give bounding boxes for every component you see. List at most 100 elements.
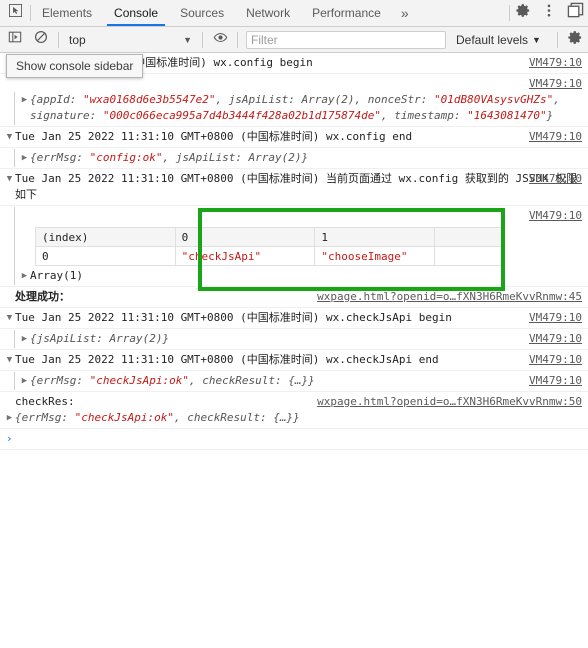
clear-console-button[interactable]	[28, 27, 54, 52]
console-message[interactable]: checkRes: wxpage.html?openid=o…fXN3H6Rme…	[0, 392, 588, 429]
source-link[interactable]: VM479:10	[529, 331, 582, 347]
expand-toggle[interactable]	[4, 310, 15, 326]
console-object-preview[interactable]: {jsApiList: Array(2)}	[30, 331, 521, 347]
console-object-preview[interactable]: {errMsg: "checkJsApi:ok", checkResult: {…	[30, 373, 521, 389]
expand-object-toggle[interactable]	[19, 150, 30, 166]
expand-toggle[interactable]	[4, 171, 15, 187]
execution-context-label: top	[69, 32, 86, 47]
table-header-cell	[434, 227, 503, 247]
table-cell-index: 0	[35, 246, 176, 266]
tab-sources-label: Sources	[180, 6, 225, 20]
console-message-text: Tue Jan 25 2022 11:31:10 GMT+0800 (中国标准时…	[15, 311, 452, 324]
log-levels-selector[interactable]: Default levels ▼	[450, 33, 547, 47]
source-link[interactable]: VM479:10	[529, 55, 582, 71]
expand-toggle[interactable]	[4, 129, 15, 145]
toolbar-divider-2	[202, 31, 203, 48]
console-message[interactable]: VM479:10 {appId: "wxa0168d6e3b5547e2", j…	[0, 74, 588, 127]
source-link[interactable]: wxpage.html?openid=o…fXN3H6RmeKvvRnmw:50	[317, 394, 582, 410]
settings-button[interactable]	[510, 0, 536, 27]
console-message[interactable]: 处理成功： wxpage.html?openid=o…fXN3H6RmeKvvR…	[0, 287, 588, 308]
console-message-text: Tue Jan 25 2022 11:31:10 GMT+0800 (中国标准时…	[15, 172, 578, 201]
table-row[interactable]: 0 "checkJsApi" "chooseImage"	[35, 246, 503, 266]
tab-console-label: Console	[114, 6, 159, 20]
tab-console[interactable]: Console	[103, 0, 169, 26]
tab-performance-label: Performance	[312, 6, 381, 20]
tooltip: Show console sidebar	[6, 54, 144, 78]
expand-object-toggle[interactable]	[19, 331, 30, 347]
execution-context-selector[interactable]: top ▼	[63, 33, 198, 47]
console-message[interactable]: Tue Jan 25 2022 11:31:10 GMT+0800 (中国标准时…	[0, 169, 588, 206]
console-object-group: {errMsg: "checkJsApi:ok", checkResult: {…	[14, 372, 588, 390]
console-message[interactable]: Tue Jan 25 2022 11:31:10 GMT+0800 (中国标准时…	[0, 127, 588, 148]
console-table-head: (index) 0 1	[35, 227, 503, 247]
tab-network[interactable]: Network	[235, 0, 301, 26]
toolbar-divider-4	[557, 31, 558, 48]
console-object-group: {errMsg: "config:ok", jsApiList: Array(2…	[14, 149, 588, 167]
console-message[interactable]: VM479:10 (index) 0 1 0 "checkJsApi" "cho…	[0, 206, 588, 287]
source-link[interactable]: VM479:10	[529, 310, 582, 326]
console-message[interactable]: {errMsg: "checkJsApi:ok", checkResult: {…	[0, 371, 588, 392]
console-message[interactable]: Tue Jan 25 2022 11:31:10 GMT+0800 (中国标准时…	[0, 350, 588, 371]
expand-object-toggle[interactable]	[19, 92, 30, 108]
console-array-preview[interactable]: Array(1)	[30, 268, 582, 284]
console-table-wrapper: (index) 0 1 0 "checkJsApi" "chooseImage"	[35, 227, 588, 266]
expand-object-toggle[interactable]	[19, 373, 30, 389]
console-message[interactable]: {jsApiList: Array(2)} VM479:10	[0, 329, 588, 350]
console-object-preview[interactable]: {appId: "wxa0168d6e3b5547e2", jsApiList:…	[30, 92, 582, 124]
expand-toggle[interactable]	[4, 352, 15, 368]
console-settings-button[interactable]	[562, 27, 588, 52]
inspect-cursor-icon	[8, 3, 22, 22]
source-link[interactable]: VM479:10	[529, 208, 582, 224]
console-message[interactable]: {errMsg: "config:ok", jsApiList: Array(2…	[0, 148, 588, 169]
expand-array-toggle[interactable]	[19, 268, 30, 284]
tab-performance[interactable]: Performance	[301, 0, 392, 26]
console-settings-gear-icon	[567, 30, 583, 50]
tab-elements[interactable]: Elements	[31, 0, 103, 26]
tab-elements-label: Elements	[42, 6, 93, 20]
table-header-cell[interactable]: 0	[174, 227, 316, 247]
filter-input[interactable]: Filter	[246, 30, 446, 49]
table-header-cell[interactable]: (index)	[35, 227, 176, 247]
source-link[interactable]: VM479:10	[529, 76, 582, 92]
source-link[interactable]: VM479:10	[529, 373, 582, 389]
dock-position-button[interactable]	[562, 0, 588, 27]
expand-object-toggle[interactable]	[4, 410, 15, 426]
table-header-row: (index) 0 1	[35, 227, 503, 247]
live-expression-button[interactable]	[207, 27, 233, 52]
console-message[interactable]: Tue Jan 25 2022 11:31:10 GMT+0800 (中国标准时…	[0, 308, 588, 329]
show-console-sidebar-icon	[8, 30, 22, 49]
tab-sources[interactable]: Sources	[169, 0, 235, 26]
chevron-down-icon: ▼	[532, 34, 541, 45]
show-console-sidebar-button[interactable]	[2, 27, 28, 52]
kebab-menu-icon	[547, 3, 551, 23]
table-cell-empty	[434, 246, 503, 266]
log-levels-label: Default levels	[456, 32, 529, 47]
console-table-group: VM479:10 (index) 0 1 0 "checkJsApi" "cho…	[14, 207, 588, 285]
console-message-text: 处理成功：	[15, 290, 70, 303]
prompt-arrow-icon: ›	[6, 432, 13, 445]
inspect-element-button[interactable]	[0, 0, 30, 26]
tab-network-label: Network	[246, 6, 291, 20]
tabbar-right-controls	[509, 0, 588, 26]
source-link[interactable]: wxpage.html?openid=o…fXN3H6RmeKvvRnmw:45	[317, 289, 582, 305]
filter-placeholder: Filter	[251, 32, 278, 47]
table-cell-value: "checkJsApi"	[174, 246, 316, 266]
tooltip-text: Show console sidebar	[16, 59, 134, 73]
table-cell-value: "chooseImage"	[314, 246, 436, 266]
main-menu-button[interactable]	[536, 0, 562, 27]
source-link[interactable]: VM479:10	[529, 171, 582, 187]
console-object-preview[interactable]: {errMsg: "checkJsApi:ok", checkResult: {…	[15, 410, 582, 426]
console-prompt[interactable]: ›	[0, 429, 588, 450]
console-table[interactable]: (index) 0 1 0 "checkJsApi" "chooseImage"	[35, 227, 503, 266]
more-tabs-button[interactable]: »	[392, 0, 418, 26]
console-object-group: {jsApiList: Array(2)} VM479:10	[14, 330, 588, 348]
console-message-text: Tue Jan 25 2022 11:31:10 GMT+0800 (中国标准时…	[15, 353, 439, 366]
console-message-list[interactable]: 1:31:10 GMT+0800 (中国标准时间) wx.config begi…	[0, 53, 588, 648]
source-link[interactable]: VM479:10	[529, 129, 582, 145]
console-object-preview[interactable]: {errMsg: "config:ok", jsApiList: Array(2…	[30, 150, 582, 166]
source-link[interactable]: VM479:10	[529, 352, 582, 368]
toolbar-divider-1	[58, 31, 59, 48]
chevron-down-icon: ▼	[183, 34, 192, 45]
table-header-cell[interactable]: 1	[314, 227, 436, 247]
console-message-text: Tue Jan 25 2022 11:31:10 GMT+0800 (中国标准时…	[15, 130, 413, 143]
